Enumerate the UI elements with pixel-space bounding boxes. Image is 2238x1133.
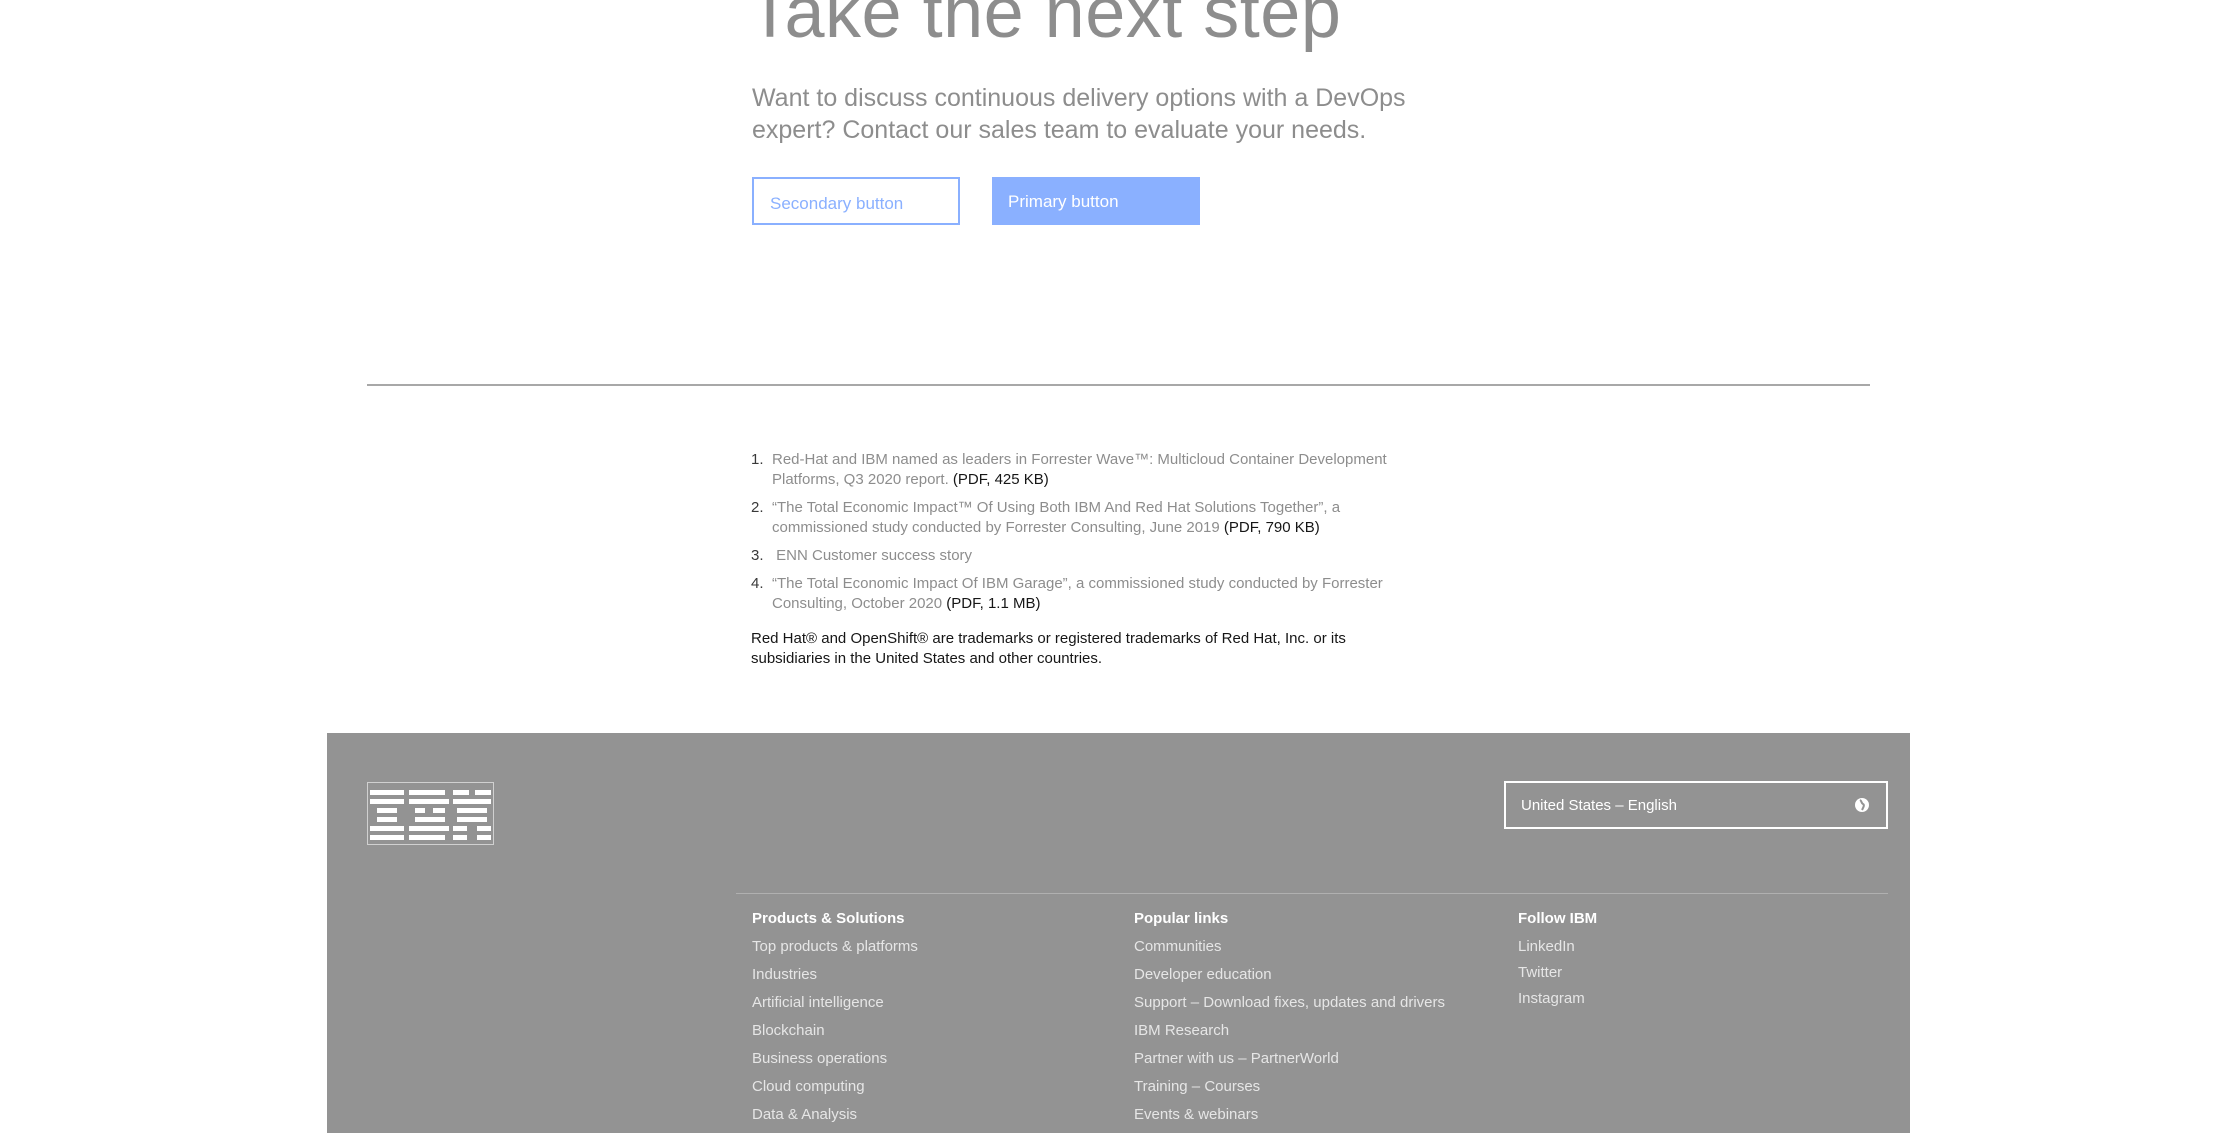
footer-link[interactable]: Communities <box>1134 937 1445 957</box>
footer-link[interactable]: Support – Download fixes, updates and dr… <box>1134 993 1445 1013</box>
footer-link[interactable]: Events & webinars <box>1134 1105 1445 1125</box>
footer-column-heading: Popular links <box>1134 910 1229 927</box>
divider <box>367 384 1870 386</box>
footer-link-instagram[interactable]: Instagram <box>1518 989 1597 1009</box>
reference-number: 2. <box>751 499 764 516</box>
footer-link[interactable]: Business operations <box>752 1049 918 1069</box>
locale-label: United States – English <box>1521 797 1677 814</box>
reference-number: 3. <box>751 547 764 564</box>
footer-column-heading: Follow IBM <box>1518 910 1598 927</box>
reference-item[interactable]: 2. “The Total Economic Impact™ Of Using B… <box>751 498 1391 538</box>
section-title: Take the next step <box>748 0 1342 53</box>
footer-link[interactable]: Industries <box>752 965 918 985</box>
locale-selector[interactable]: United States – English <box>1504 781 1888 829</box>
footer-link[interactable]: Data & Analysis <box>752 1105 918 1125</box>
primary-button[interactable]: Primary button <box>992 177 1200 225</box>
footer-column-popular: Popular links Communities Developer educ… <box>1134 909 1445 1133</box>
reference-link[interactable]: “The Total Economic Impact Of IBM Garage… <box>772 575 1383 612</box>
reference-number: 4. <box>751 575 764 592</box>
footer-link[interactable]: Cloud computing <box>752 1077 918 1097</box>
footer-link-twitter[interactable]: Twitter <box>1518 963 1597 983</box>
footer-column-heading: Products & Solutions <box>752 910 905 927</box>
reference-meta: (PDF, 790 KB) <box>1223 519 1320 536</box>
reference-meta: (PDF, 425 KB) <box>952 471 1049 488</box>
ibm-logo[interactable] <box>367 782 494 845</box>
reference-meta: (PDF, 1.1 MB) <box>946 595 1041 612</box>
footer-link[interactable]: Artificial intelligence <box>752 993 918 1013</box>
footer-link[interactable]: IBM Research <box>1134 1021 1445 1041</box>
reference-item[interactable]: 1. Red-Hat and IBM named as leaders in Fo… <box>751 450 1391 490</box>
footer-link[interactable]: Training – Courses <box>1134 1077 1445 1097</box>
reference-number: 1. <box>751 451 764 468</box>
footer-link-linkedin[interactable]: LinkedIn <box>1518 937 1597 957</box>
footer-link[interactable]: Partner with us – PartnerWorld <box>1134 1049 1445 1069</box>
section-lead: Want to discuss continuous delivery opti… <box>752 84 1406 144</box>
reference-link[interactable]: Red-Hat and IBM named as leaders in Forr… <box>772 451 1387 488</box>
reference-item[interactable]: 3. ENN Customer success story <box>751 546 1391 566</box>
footer-column-follow: Follow IBM LinkedIn Twitter Instagram <box>1518 909 1597 1015</box>
footer: United States – English Products & Solut… <box>327 733 1910 1133</box>
footer-divider <box>736 893 1888 894</box>
references-list: 1. Red-Hat and IBM named as leaders in Fo… <box>751 450 1391 622</box>
trademark-notice: Red Hat® and OpenShift® are trademarks o… <box>751 630 1346 667</box>
globe-icon <box>1855 798 1869 812</box>
secondary-button[interactable]: Secondary button <box>752 177 960 225</box>
footer-link[interactable]: Blockchain <box>752 1021 918 1041</box>
reference-link[interactable]: ENN Customer success story <box>772 547 972 564</box>
footer-link[interactable]: Top products & platforms <box>752 937 918 957</box>
reference-item[interactable]: 4. “The Total Economic Impact Of IBM Gara… <box>751 574 1391 614</box>
footer-link[interactable]: Developer education <box>1134 965 1445 985</box>
footer-column-products: Products & Solutions Top products & plat… <box>752 909 918 1133</box>
